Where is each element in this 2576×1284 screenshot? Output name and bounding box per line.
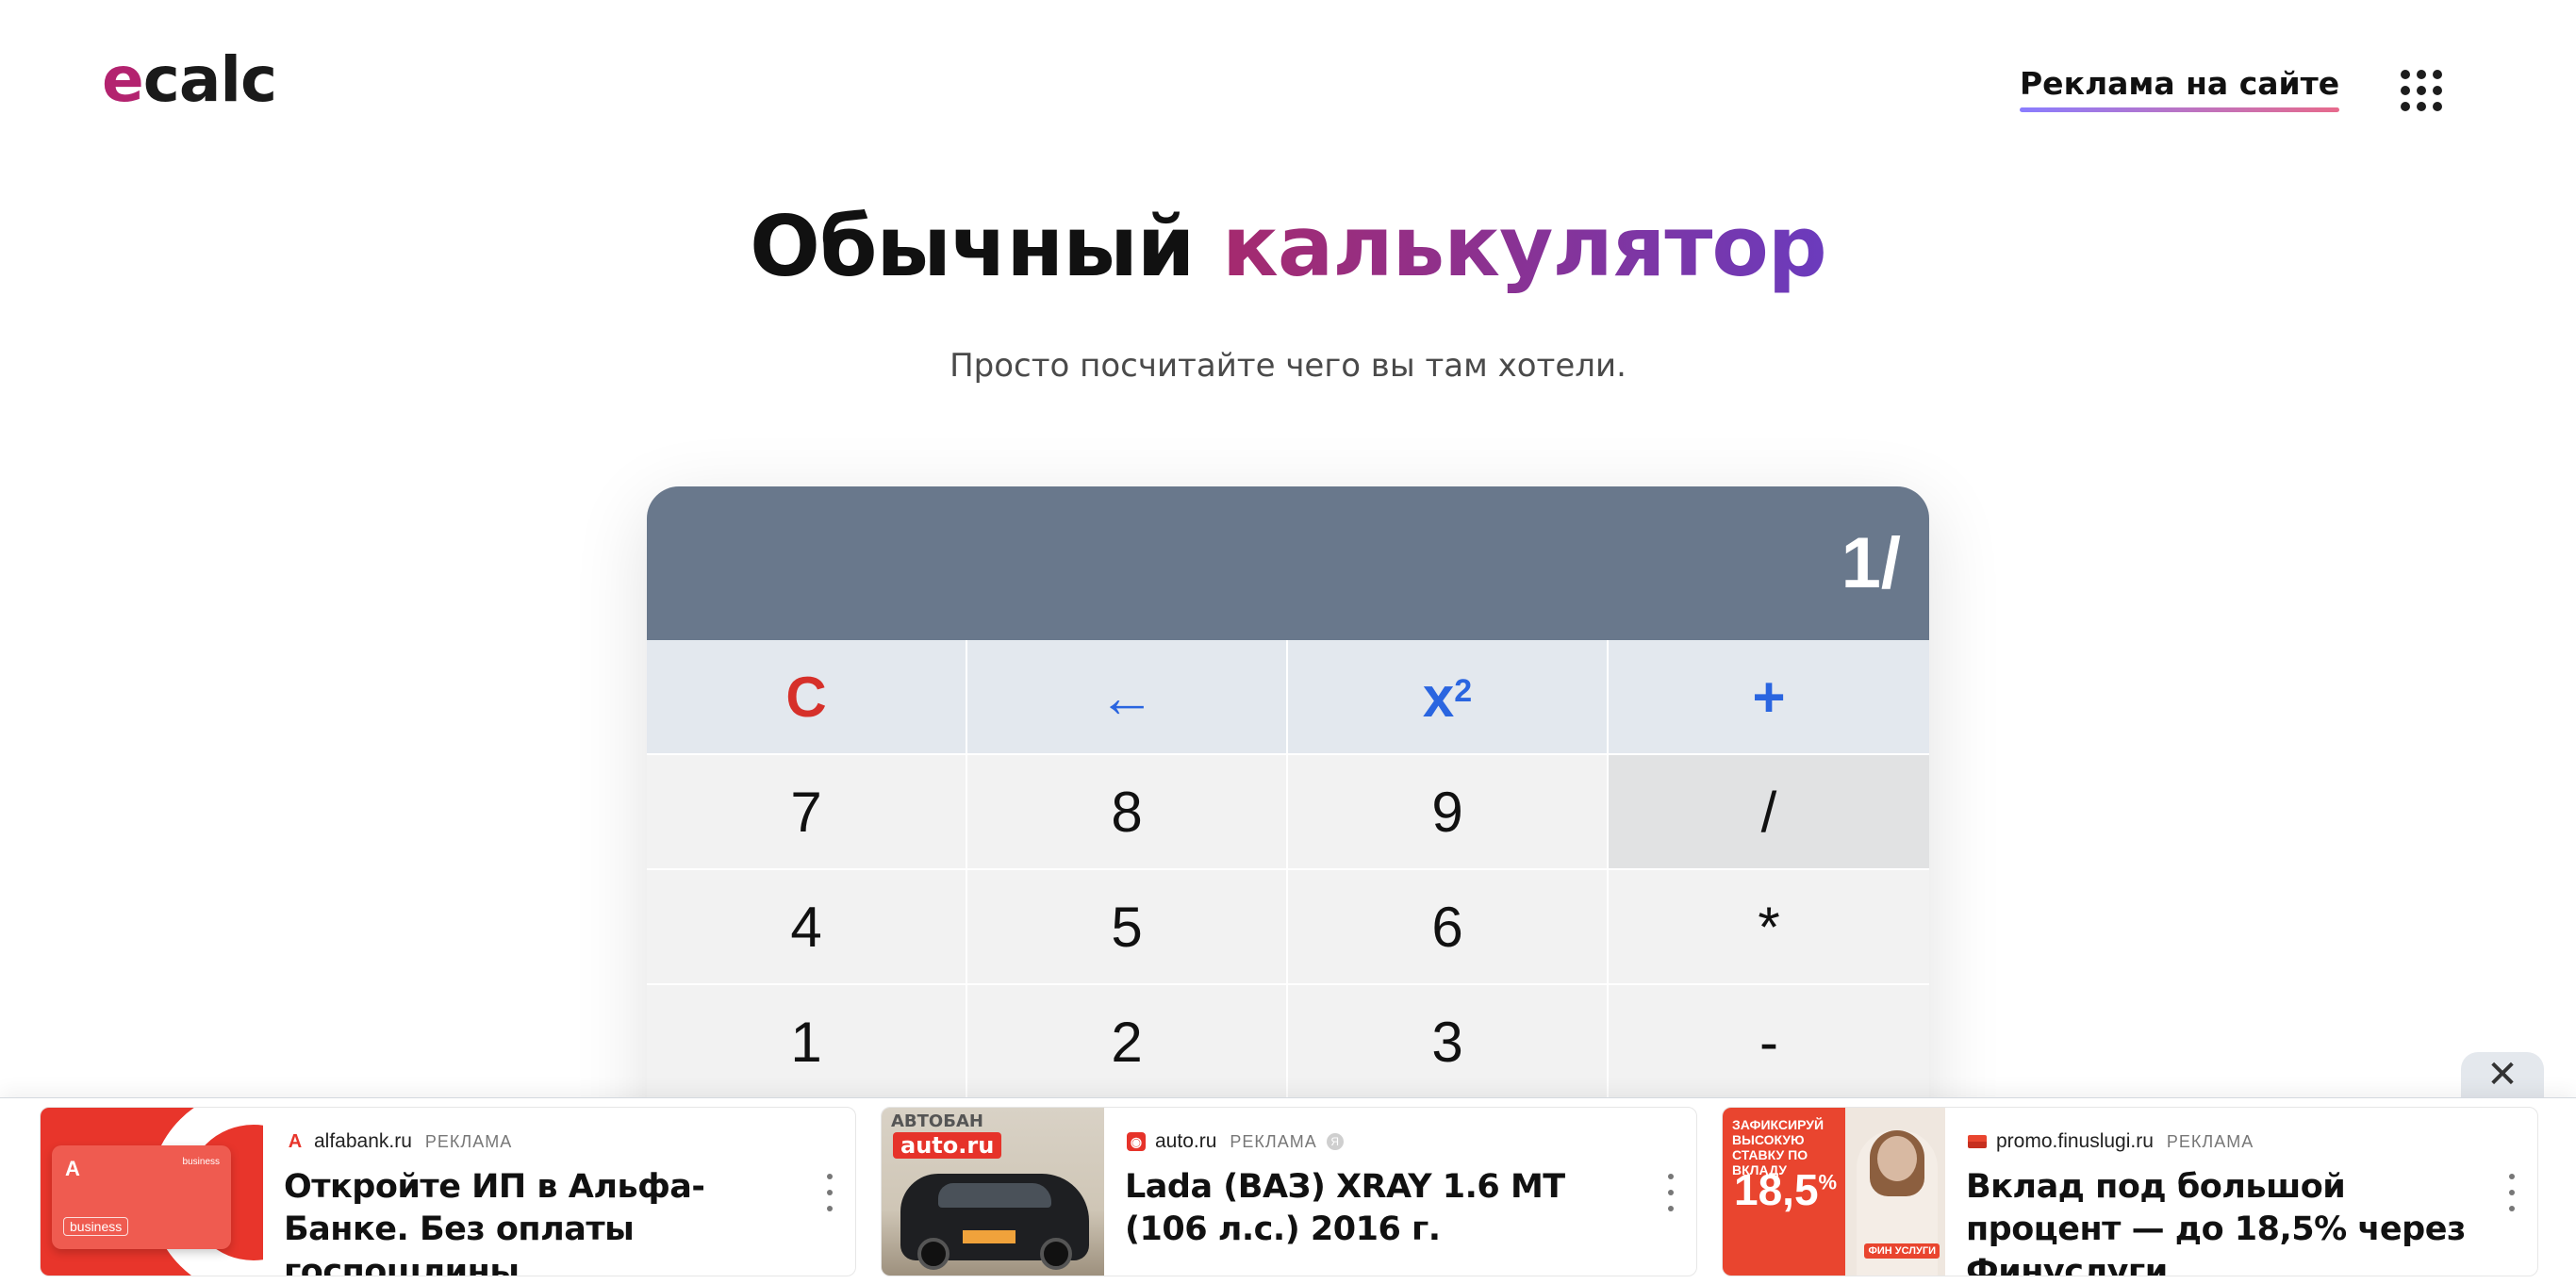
ad-title: Откройте ИП в Альфа-Банке. Без оплаты го… <box>284 1168 705 1276</box>
alfa-logo-letter: A <box>65 1157 80 1180</box>
ad-domain: auto.ru <box>1155 1130 1217 1152</box>
backspace-button[interactable]: ← <box>967 640 1288 755</box>
ad-title: Вклад под большой процент — до 18,5% чер… <box>1966 1168 2466 1276</box>
multiply-button[interactable]: * <box>1609 870 1929 985</box>
autoru-favicon-icon: ◉ <box>1127 1132 1146 1151</box>
finuslugi-rate-value: 18,5 <box>1734 1165 1819 1214</box>
site-logo[interactable]: ecalc <box>102 49 277 111</box>
digit-9-button[interactable]: 9 <box>1288 755 1609 870</box>
finuslugi-badge: ФИН УСЛУГИ <box>1864 1243 1940 1259</box>
divide-button[interactable]: / <box>1609 755 1929 870</box>
square-button-base: x <box>1422 665 1455 729</box>
logo-letter-e: e <box>102 43 144 116</box>
ad-image-alfabank: A business business <box>41 1108 263 1276</box>
advertising-link-label: Реклама на сайте <box>2020 65 2340 102</box>
digit-2-button[interactable]: 2 <box>967 985 1288 1100</box>
digit-1-button[interactable]: 1 <box>647 985 967 1100</box>
minus-button[interactable]: - <box>1609 985 1929 1100</box>
digit-3-button[interactable]: 3 <box>1288 985 1609 1100</box>
alfa-card-business: business <box>63 1217 129 1236</box>
digit-8-button[interactable]: 8 <box>967 755 1288 870</box>
page-title: Обычный калькулятор <box>0 201 2576 293</box>
ad-image-autoru: АВТОБАН auto.ru <box>882 1108 1104 1276</box>
more-options-icon[interactable] <box>2507 1174 2517 1211</box>
page-title-plain: Обычный <box>750 198 1223 295</box>
ad-meta: promo.finuslugi.ru РЕКЛАМА <box>1968 1130 2254 1153</box>
ad-card-finuslugi[interactable]: ЗАФИКСИРУЙ ВЫСОКУЮ СТАВКУ ПО ВКЛАДУ 18,5… <box>1722 1107 2538 1276</box>
alfabank-favicon-icon: A <box>286 1131 305 1152</box>
ad-domain: promo.finuslugi.ru <box>1996 1130 2154 1152</box>
digit-5-button[interactable]: 5 <box>967 870 1288 985</box>
advertising-link-underline <box>2020 107 2340 112</box>
more-options-icon[interactable] <box>1666 1174 1676 1211</box>
finuslugi-rate-percent: % <box>1818 1170 1838 1194</box>
autoban-sign: АВТОБАН <box>891 1111 983 1131</box>
yandex-icon: Я <box>1326 1133 1344 1150</box>
ad-title: Lada (ВАЗ) XRAY 1.6 MT (106 л.с.) 2016 г… <box>1125 1168 1565 1248</box>
ad-label: РЕКЛАМА <box>1230 1131 1317 1151</box>
calculator-display: 1/ <box>647 486 1929 640</box>
page-title-accent: калькулятор <box>1222 198 1827 295</box>
advertising-link[interactable]: Реклама на сайте <box>2020 65 2340 112</box>
logo-text: calc <box>142 43 277 116</box>
ad-image-finuslugi: ЗАФИКСИРУЙ ВЫСОКУЮ СТАВКУ ПО ВКЛАДУ 18,5… <box>1723 1108 1945 1276</box>
close-icon: ✕ <box>2486 1054 2518 1095</box>
calculator-keypad: C ← x2 + 7 8 9 / 4 5 6 * 1 2 3 - <box>647 640 1929 1100</box>
digit-6-button[interactable]: 6 <box>1288 870 1609 985</box>
autoru-tag: auto.ru <box>893 1132 1002 1159</box>
clear-button[interactable]: C <box>647 640 967 755</box>
page-subtitle: Просто посчитайте чего вы там хотели. <box>949 347 1627 385</box>
finuslugi-favicon-icon <box>1968 1135 1987 1148</box>
ad-meta: ◉ auto.ru РЕКЛАМА Я <box>1127 1130 1344 1153</box>
finuslugi-rate: 18,5% <box>1734 1168 1837 1211</box>
ad-domain: alfabank.ru <box>314 1130 412 1152</box>
grid-menu-icon[interactable] <box>2397 66 2446 115</box>
digit-4-button[interactable]: 4 <box>647 870 967 985</box>
square-button-exponent: 2 <box>1454 672 1473 709</box>
ad-card-autoru[interactable]: АВТОБАН auto.ru ◉ auto.ru РЕКЛАМА Я Lada… <box>881 1107 1697 1276</box>
ad-close-button[interactable]: ✕ <box>2461 1052 2544 1097</box>
digit-7-button[interactable]: 7 <box>647 755 967 870</box>
ad-meta: A alfabank.ru РЕКЛАМА <box>286 1130 512 1153</box>
plus-button[interactable]: + <box>1609 640 1929 755</box>
car-image <box>900 1174 1089 1270</box>
more-options-icon[interactable] <box>825 1174 834 1211</box>
alfa-card-business-small: business <box>182 1157 220 1167</box>
ad-label: РЕКЛАМА <box>2166 1131 2254 1151</box>
ad-card-alfabank[interactable]: A business business A alfabank.ru РЕКЛАМ… <box>40 1107 856 1276</box>
ad-label: РЕКЛАМА <box>424 1131 513 1151</box>
square-button[interactable]: x2 <box>1288 640 1609 755</box>
